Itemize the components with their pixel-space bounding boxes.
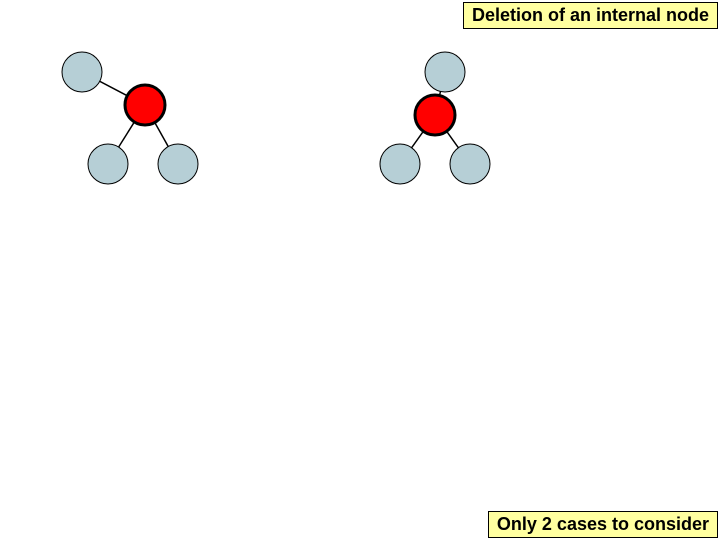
tree-node [425, 52, 465, 92]
title-text: Deletion of an internal node [472, 5, 709, 25]
tree-node [62, 52, 102, 92]
tree-diagram [0, 0, 720, 540]
tree-node [450, 144, 490, 184]
target-node [125, 85, 165, 125]
tree-node [88, 144, 128, 184]
title-box: Deletion of an internal node [463, 2, 718, 29]
footer-box: Only 2 cases to consider [488, 511, 718, 538]
tree-node [158, 144, 198, 184]
tree-node [380, 144, 420, 184]
footer-text: Only 2 cases to consider [497, 514, 709, 534]
target-node [415, 95, 455, 135]
